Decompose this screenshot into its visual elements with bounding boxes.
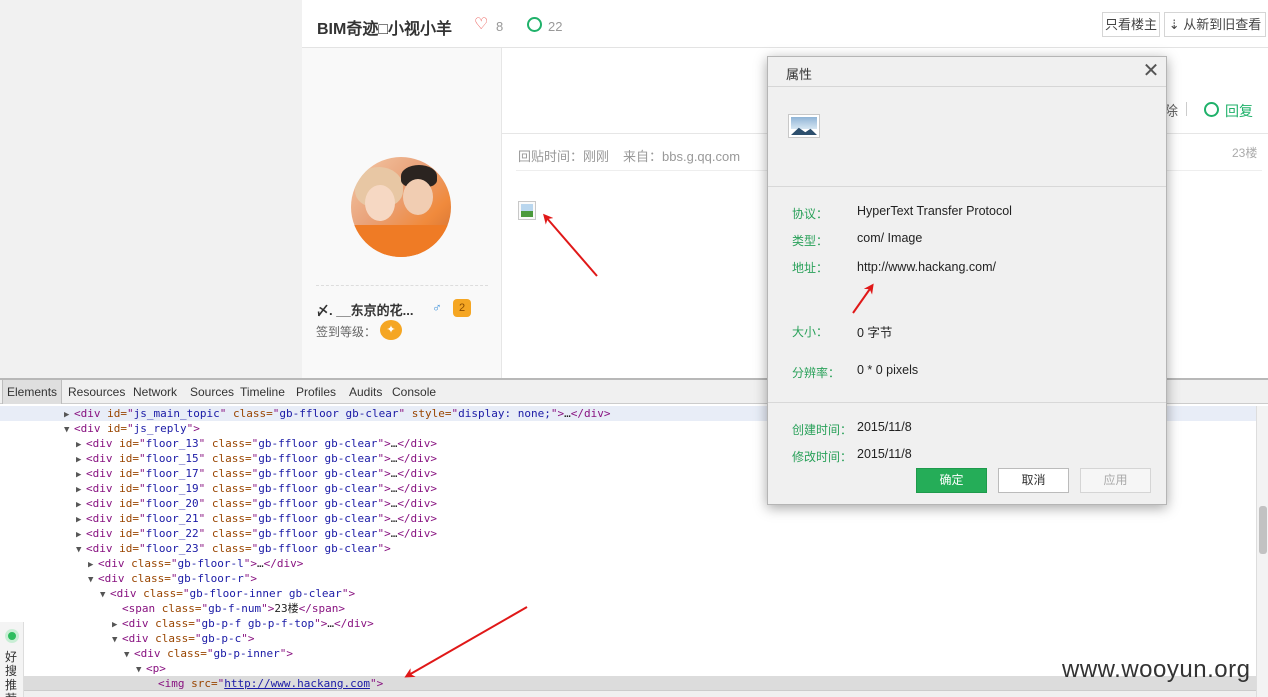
- screenshot: BIM奇迹□小视小羊 ♡ 8 22 只看楼主 ⇣ 从新到旧查看 除 回复 〆. …: [0, 0, 1268, 697]
- arrow-to-address: [852, 283, 874, 314]
- annotation-arrows: [404, 213, 874, 678]
- arrow-to-broken-image: [543, 213, 598, 277]
- arrow-to-img-tag: [404, 606, 528, 678]
